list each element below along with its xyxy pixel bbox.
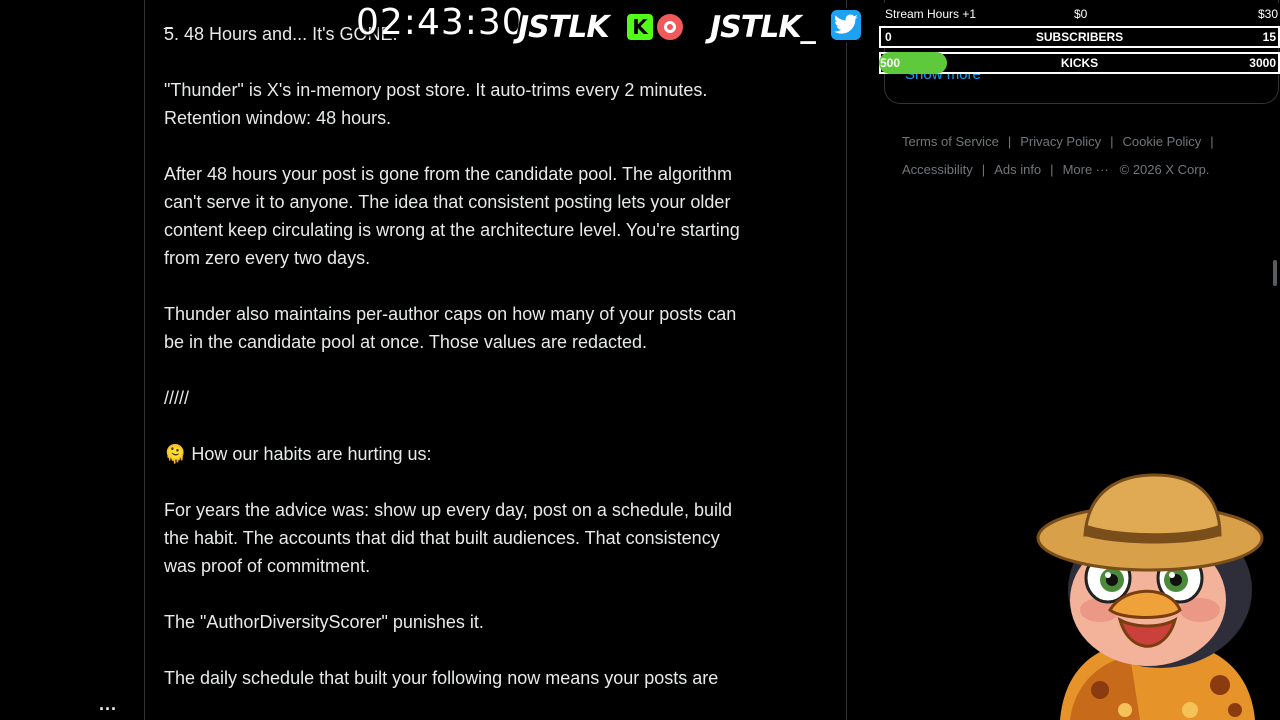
stream-goals-widget: Stream Hours +1 $0 $30 0 SUBSCRIBERS 15 … xyxy=(879,0,1280,76)
post-paragraph: ///// xyxy=(164,388,190,408)
separator: | xyxy=(1110,134,1114,149)
stream-timer: 02:43:30 xyxy=(356,2,526,43)
copyright: © 2026 X Corp. xyxy=(1119,162,1210,177)
twitter-bird-icon xyxy=(829,8,863,42)
stream-hours-row: Stream Hours +1 $0 $30 xyxy=(879,3,1280,25)
cookie-link[interactable]: Cookie Policy xyxy=(1123,134,1202,149)
more-menu-button[interactable]: ... xyxy=(99,694,117,715)
stream-hours-label: Stream Hours +1 xyxy=(885,7,977,21)
subscribers-goal-bar: 0 SUBSCRIBERS 15 xyxy=(879,26,1280,48)
stream-goal: $30 xyxy=(1257,7,1278,21)
kicks-goal-bar: 500 KICKS 3000 xyxy=(879,52,1280,74)
post-body: 5. 48 Hours and... It's GONE. "Thunder" … xyxy=(164,20,834,720)
kick-brand-logo: JSTLK xyxy=(518,10,610,45)
kicks-label: KICKS xyxy=(1060,56,1099,70)
accessibility-link[interactable]: Accessibility xyxy=(902,162,973,177)
post-paragraph: The daily schedule that built your follo… xyxy=(164,668,719,688)
post-paragraph: The "AuthorDiversityScorer" punishes it. xyxy=(164,612,484,632)
terms-link[interactable]: Terms of Service xyxy=(902,134,999,149)
separator: | xyxy=(981,162,986,177)
separator: | xyxy=(1050,162,1054,177)
kick-icon: K xyxy=(625,12,655,42)
post-paragraph: For years the advice was: show up every … xyxy=(164,500,732,576)
subs-goal: 15 xyxy=(1262,30,1276,44)
post-paragraph: Thunder also maintains per-author caps o… xyxy=(164,304,737,352)
post-column: _ 5. 48 Hours and... It's GONE. "Thunder… xyxy=(145,0,846,720)
ads-info-link[interactable]: Ads info xyxy=(994,162,1041,177)
more-link[interactable]: More ··· xyxy=(1063,162,1109,177)
scrollbar-thumb[interactable] xyxy=(1273,260,1277,286)
subs-label: SUBSCRIBERS xyxy=(1035,30,1124,44)
privacy-link[interactable]: Privacy Policy xyxy=(1020,134,1101,149)
footer-links: Terms of Service | Privacy Policy | Cookie P… xyxy=(902,128,1262,184)
post-paragraph: "Thunder" is X's in-memory post store. I… xyxy=(164,80,708,128)
twitter-brand-logo: JSTLK_ xyxy=(710,10,816,45)
penguin-mascot-image xyxy=(1036,473,1264,720)
stream-amount: $0 xyxy=(1074,7,1088,21)
kicks-goal: 3000 xyxy=(1249,56,1276,70)
post-paragraph: After 48 hours your post is gone from th… xyxy=(164,164,740,268)
separator: | xyxy=(1210,134,1214,149)
separator: | xyxy=(1007,134,1012,149)
left-sidebar: ... xyxy=(0,0,145,720)
record-icon xyxy=(655,12,685,42)
post-paragraph: 🫠 How our habits are hurting us: xyxy=(164,444,432,464)
